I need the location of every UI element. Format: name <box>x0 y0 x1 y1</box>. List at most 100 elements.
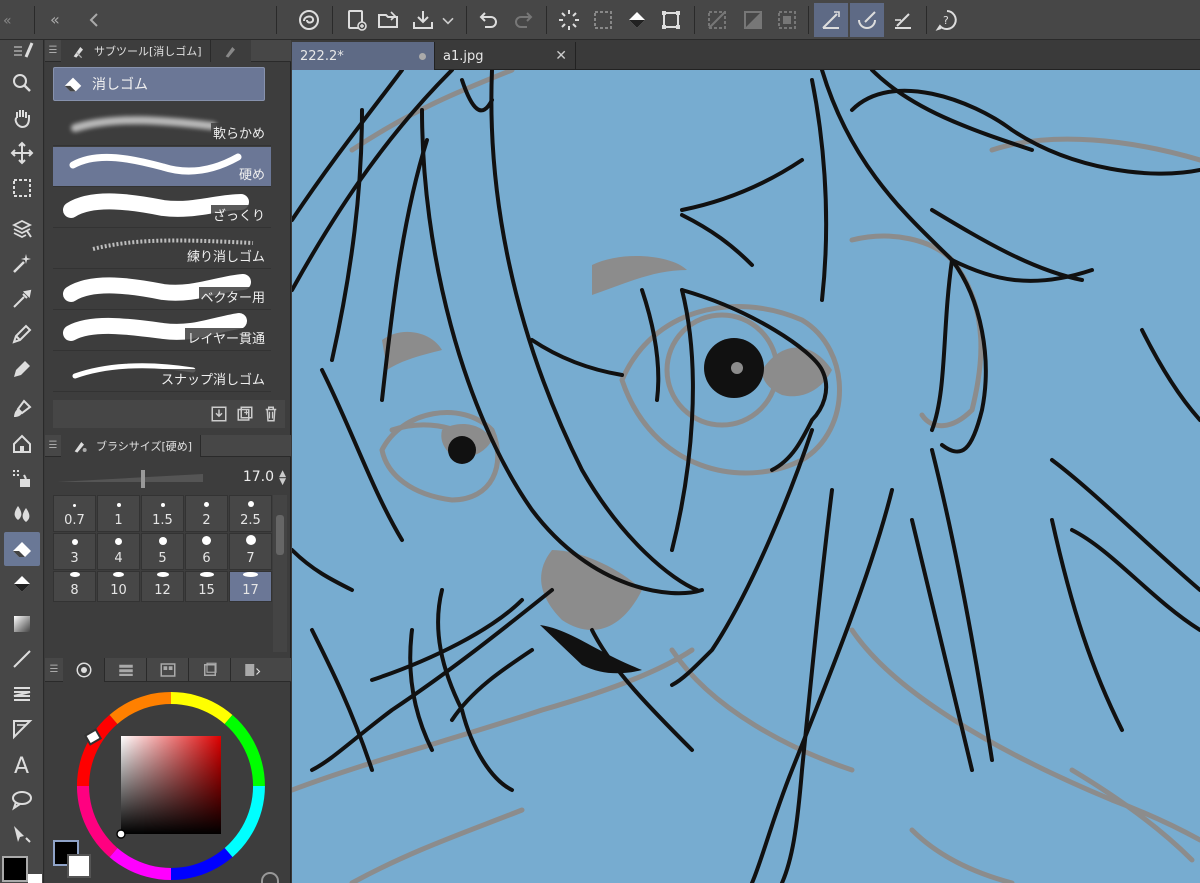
new-icon[interactable] <box>342 5 372 35</box>
app-logo-icon[interactable] <box>294 5 324 35</box>
magic-wand-icon[interactable] <box>4 247 40 281</box>
size-preset[interactable]: 7 <box>229 533 272 570</box>
main-color-swatch[interactable] <box>2 856 28 882</box>
snap-curve-icon[interactable] <box>850 3 884 37</box>
size-preset[interactable]: 4 <box>97 533 140 570</box>
tab-document[interactable]: a1.jpg ✕ <box>434 42 576 70</box>
color-panel-settings-icon[interactable] <box>261 872 279 883</box>
subtool-tab[interactable]: サブツール[消しゴム] <box>61 39 211 62</box>
eyedropper-icon[interactable] <box>4 282 40 316</box>
pen-icon[interactable] <box>4 317 40 351</box>
decoration-icon[interactable] <box>4 462 40 496</box>
size-preset[interactable]: 15 <box>185 571 228 602</box>
fill-icon[interactable] <box>4 567 40 601</box>
brush-label: スナップ消しゴム <box>158 369 267 388</box>
gradient-icon[interactable] <box>4 607 40 641</box>
size-preset[interactable]: 5 <box>141 533 184 570</box>
intermediate-color-tab[interactable] <box>189 657 231 682</box>
snap-off-icon[interactable] <box>702 5 732 35</box>
modified-dot-icon[interactable] <box>419 52 426 60</box>
ruler-icon[interactable] <box>4 712 40 746</box>
snap-grid-icon[interactable] <box>888 5 918 35</box>
size-preset-label: 4 <box>114 551 123 566</box>
document-tabs: 222.2* a1.jpg ✕ <box>292 40 1200 70</box>
size-preset[interactable]: 1.5 <box>141 495 184 532</box>
balloon-icon[interactable] <box>4 782 40 816</box>
artwork-illustration[interactable] <box>292 70 1200 883</box>
hand-icon[interactable] <box>4 101 40 135</box>
color-wheel[interactable] <box>73 688 269 883</box>
airbrush-icon[interactable] <box>4 427 40 461</box>
brush-item-vector[interactable]: ベクター用 <box>53 270 271 310</box>
undo-icon[interactable] <box>474 5 504 35</box>
color-history-tab[interactable] <box>231 658 273 682</box>
snap-ruler-icon[interactable] <box>738 5 768 35</box>
text-icon[interactable]: A <box>4 747 40 781</box>
chevron-left-icon[interactable] <box>82 5 106 35</box>
collapse-left-icon[interactable]: « <box>48 5 72 35</box>
brush-item-kneaded[interactable]: 練り消しゴム <box>53 229 271 269</box>
size-preset[interactable]: 1 <box>97 495 140 532</box>
size-preset[interactable]: 12 <box>141 571 184 602</box>
brush-item-soft[interactable]: 軟らかめ <box>53 106 271 146</box>
brush-list-scrollbar[interactable] <box>271 106 285 396</box>
size-preset[interactable]: 10 <box>97 571 140 602</box>
brush-item-hard[interactable]: 硬め <box>53 147 271 187</box>
transform-icon[interactable] <box>656 5 686 35</box>
size-preset[interactable]: 2 <box>185 495 228 532</box>
color-wheel-tab[interactable] <box>63 657 105 682</box>
panel-menu-icon[interactable]: ☰ <box>45 45 61 56</box>
tab-document-active[interactable]: 222.2* <box>292 42 434 70</box>
move-icon[interactable] <box>4 136 40 170</box>
size-presets-scrollbar[interactable] <box>273 495 287 652</box>
delete-brush-icon[interactable] <box>261 404 281 424</box>
auto-select-icon[interactable] <box>4 212 40 246</box>
size-stepper-icon[interactable]: ▲ ▼ <box>279 470 286 487</box>
current-tool-button[interactable]: 消しゴム <box>53 67 265 101</box>
size-preset[interactable]: 2.5 <box>229 495 272 532</box>
color-set-tab[interactable] <box>147 657 189 682</box>
help-icon[interactable]: ? <box>932 5 962 35</box>
correct-line-icon[interactable] <box>4 817 40 851</box>
selection-icon[interactable] <box>4 171 40 205</box>
redo-icon[interactable] <box>508 5 538 35</box>
open-icon[interactable] <box>374 5 404 35</box>
size-preset[interactable]: 3 <box>53 533 96 570</box>
eraser-icon[interactable] <box>4 532 40 566</box>
brush-icon[interactable] <box>4 392 40 426</box>
size-preset[interactable]: 8 <box>53 571 96 602</box>
size-preset[interactable]: 6 <box>185 533 228 570</box>
size-preset[interactable]: 17 <box>229 571 272 602</box>
clear-icon[interactable] <box>554 5 584 35</box>
drawing-canvas[interactable] <box>292 70 1200 883</box>
select-bounds-icon[interactable] <box>588 5 618 35</box>
panel-collapse-icon[interactable]: « <box>0 5 24 35</box>
import-brush-icon[interactable] <box>209 404 229 424</box>
brush-item-layer-through[interactable]: レイヤー貫通 <box>53 311 271 351</box>
duplicate-brush-icon[interactable] <box>235 404 255 424</box>
color-slider-tab[interactable] <box>105 657 147 682</box>
panel-menu-icon[interactable]: ☰ <box>45 440 61 451</box>
close-icon[interactable]: ✕ <box>555 48 567 64</box>
save-icon[interactable] <box>408 5 438 35</box>
color-sub-chip[interactable] <box>67 854 91 878</box>
blend-icon[interactable] <box>4 497 40 531</box>
panel-menu-icon[interactable]: ☰ <box>45 658 63 682</box>
subtool-detail-tab[interactable] <box>210 39 251 62</box>
brush-size-value[interactable]: 17.0 <box>243 469 274 485</box>
snap-line-icon[interactable] <box>814 3 848 37</box>
brush-item-rough[interactable]: ざっくり <box>53 188 271 228</box>
frame-icon[interactable] <box>4 677 40 711</box>
zoom-icon[interactable] <box>4 66 40 100</box>
brush-item-snap[interactable]: スナップ消しゴム <box>53 352 271 392</box>
tool-palette-menu-icon[interactable] <box>4 40 40 62</box>
pencil-icon[interactable] <box>4 352 40 386</box>
fill-icon[interactable] <box>622 5 652 35</box>
snap-special-icon[interactable] <box>772 5 802 35</box>
sub-color-swatch[interactable] <box>28 874 42 883</box>
brush-size-tab[interactable]: ブラシサイズ[硬め] <box>61 434 202 457</box>
line-icon[interactable] <box>4 642 40 676</box>
chevron-down-icon[interactable] <box>438 5 458 35</box>
size-preset-label: 2 <box>202 513 211 528</box>
size-preset[interactable]: 0.7 <box>53 495 96 532</box>
